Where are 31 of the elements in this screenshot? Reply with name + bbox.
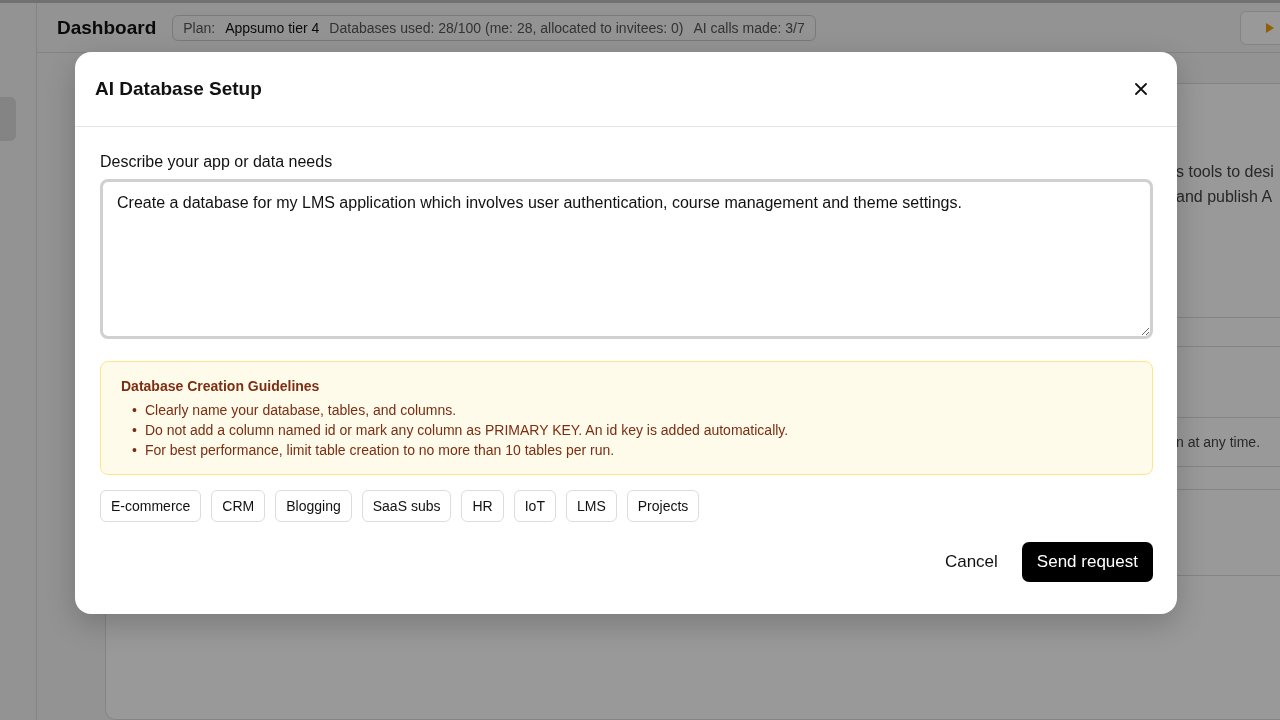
plan-value: Appsumo tier 4 [225,19,320,36]
send-request-button[interactable]: Send request [1021,542,1153,582]
guideline-item: Do not add a column named id or mark any column as PRIMARY KEY. An id key is added automatically. [144,421,789,440]
databases-used-text: Databases used: 28/100 (me: 28, allocated to invitees: 0) [329,19,684,36]
cancel-button[interactable]: Cancel [934,542,1008,582]
template-chip[interactable]: IoT [513,490,556,522]
ai-calls-text: AI calls made: 3/7 [693,19,805,36]
bullet-mark: • [132,441,137,460]
template-chip[interactable]: Projects [626,490,700,522]
template-chip[interactable]: CRM [211,490,266,522]
bullet-mark: • [132,401,137,420]
play-button[interactable] [1240,10,1280,45]
page-title: Dashboard [57,16,157,39]
description-input[interactable]: Create a database for my LMS application which involves user authentication, course management and theme settings. [100,179,1153,339]
guidelines-title: Database Creation Guidelines [121,378,321,394]
modal-title: AI Database Setup [95,78,262,100]
plan-label: Plan: [183,19,216,36]
play-icon [1266,22,1274,33]
info-text: n at any time. [1176,434,1262,450]
guideline-item: Clearly name your database, tables, and columns. [144,401,457,420]
template-chip[interactable]: Blogging [275,490,352,522]
field-label: Describe your app or data needs [100,153,334,171]
bullet-mark: • [132,421,137,440]
guideline-item: For best performance, limit table creation to no more than 10 tables per run. [144,441,615,460]
template-chip[interactable]: LMS [565,490,617,522]
description-text: and publish A [1176,187,1274,206]
template-chip[interactable]: HR [461,490,504,522]
description-text: s tools to desi [1176,162,1275,181]
close-icon [1135,83,1147,95]
template-chip[interactable]: E-commerce [100,490,202,522]
template-chip[interactable]: SaaS subs [361,490,452,522]
